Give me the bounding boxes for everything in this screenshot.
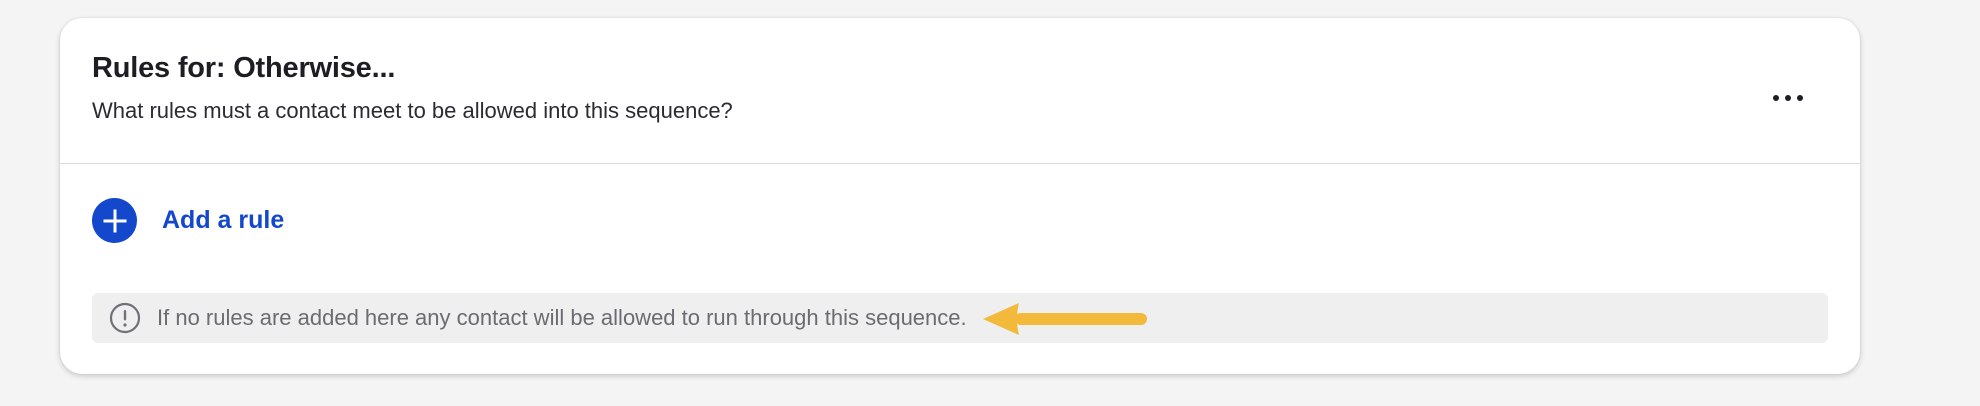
add-rule-button[interactable]: Add a rule <box>92 198 284 243</box>
rules-card: Rules for: Otherwise... What rules must … <box>60 18 1860 374</box>
ellipsis-icon-dot <box>1797 95 1803 101</box>
card-header: Rules for: Otherwise... What rules must … <box>60 18 1860 164</box>
no-rules-notice: If no rules are added here any contact w… <box>92 293 1828 343</box>
arrow-left-annotation <box>982 303 1147 335</box>
ellipsis-icon <box>1773 95 1779 101</box>
ellipsis-icon-dot <box>1785 95 1791 101</box>
card-title: Rules for: Otherwise... <box>92 52 396 84</box>
card-subtitle: What rules must a contact meet to be all… <box>92 98 733 123</box>
notice-text: If no rules are added here any contact w… <box>157 305 967 330</box>
exclamation-circle-icon <box>109 302 141 334</box>
more-options-button[interactable] <box>1760 84 1816 112</box>
plus-circle-icon[interactable] <box>92 198 137 243</box>
add-rule-label[interactable]: Add a rule <box>162 206 284 235</box>
